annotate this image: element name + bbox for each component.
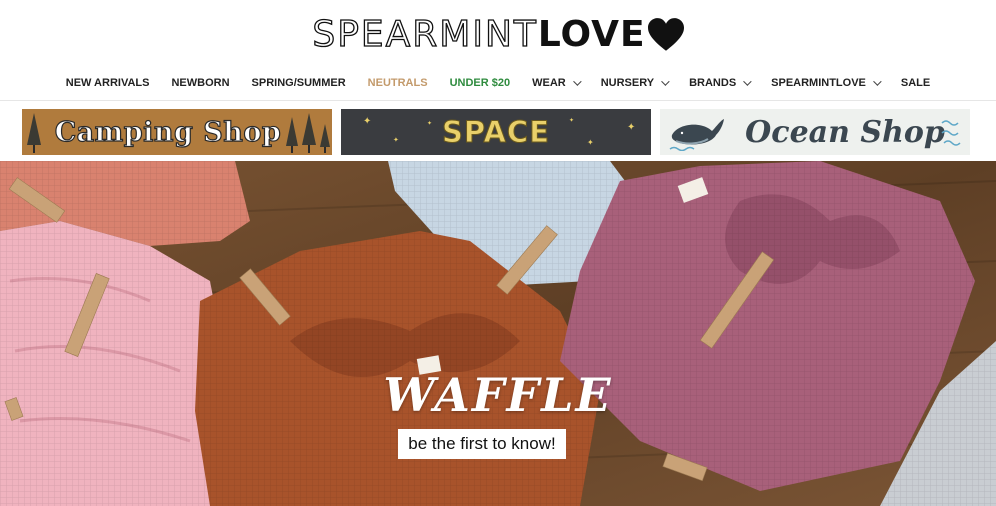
nav-item-newborn[interactable]: NEWBORN: [160, 77, 240, 89]
nav-item-nursery[interactable]: NURSERY: [590, 77, 678, 89]
heart-icon: [647, 18, 684, 51]
star-icon: ✦: [587, 138, 594, 147]
logo-container: SPEARMINT LOVE: [0, 12, 996, 58]
camping-shop-label: Camping Shop: [54, 116, 282, 148]
star-icon: ✦: [393, 136, 399, 144]
star-icon: ✦: [427, 120, 433, 127]
nav-item-wear[interactable]: WEAR: [521, 77, 590, 89]
logo-text-light: SPEARMINT: [312, 14, 538, 55]
nav-item-neutrals[interactable]: NEUTRALS: [357, 77, 439, 89]
pine-tree-icon: [302, 113, 316, 153]
nav-item-sale[interactable]: SALE: [890, 77, 941, 89]
nav-item-label: UNDER $20: [449, 77, 511, 89]
chevron-down-icon: [743, 77, 752, 86]
nav-divider: [0, 100, 996, 101]
chevron-down-icon: [873, 77, 882, 86]
nav-item-label: NEW ARRIVALS: [65, 77, 150, 89]
logo-text-bold: LOVE: [537, 14, 646, 55]
star-icon: ✦: [627, 122, 636, 133]
nav-item-label: WEAR: [532, 77, 566, 89]
nav-item-label: NEWBORN: [171, 77, 230, 89]
nav-item-spearmintlove[interactable]: SPEARMINTLOVE: [760, 77, 890, 89]
hero-title: WAFFLE: [383, 368, 613, 422]
ocean-shop-label: Ocean Shop: [745, 114, 945, 150]
chevron-down-icon: [572, 77, 582, 86]
chevron-down-icon: [661, 77, 670, 86]
main-nav: NEW ARRIVALS NEWBORN SPRING/SUMMER NEUTRALS…: [0, 72, 996, 94]
nav-item-label: NURSERY: [600, 77, 655, 89]
whale-icon: [669, 119, 724, 151]
site-logo[interactable]: SPEARMINT LOVE: [312, 14, 684, 55]
pine-tree-icon: [320, 124, 330, 153]
nav-item-under-20[interactable]: UNDER $20: [439, 77, 522, 89]
nav-item-brands[interactable]: BRANDS: [678, 77, 760, 89]
space-shop-label: SPACE: [441, 115, 550, 150]
wave-icon: [941, 120, 961, 146]
pine-tree-icon: [27, 113, 41, 153]
star-icon: ✦: [569, 117, 575, 124]
camping-shop-banner[interactable]: Camping Shop: [22, 109, 332, 155]
nav-item-label: SALE: [900, 77, 931, 89]
notify-me-button[interactable]: be the first to know!: [398, 429, 566, 459]
nav-item-label: NEUTRALS: [367, 77, 428, 89]
ocean-shop-banner[interactable]: Ocean Shop: [660, 109, 970, 155]
nav-item-label: BRANDS: [689, 77, 737, 89]
nav-item-spring-summer[interactable]: SPRING/SUMMER: [241, 77, 357, 89]
hero-banner[interactable]: WAFFLE be the first to know!: [0, 161, 996, 506]
space-shop-banner[interactable]: ✦ ✦ ✦ ✦ ✦ ✦ SPACE: [341, 109, 651, 155]
star-icon: ✦: [363, 116, 372, 127]
nav-item-label: SPEARMINTLOVE: [771, 77, 866, 89]
nav-item-label: SPRING/SUMMER: [251, 77, 346, 89]
nav-item-new-arrivals[interactable]: NEW ARRIVALS: [55, 77, 161, 89]
pine-tree-icon: [286, 117, 298, 153]
